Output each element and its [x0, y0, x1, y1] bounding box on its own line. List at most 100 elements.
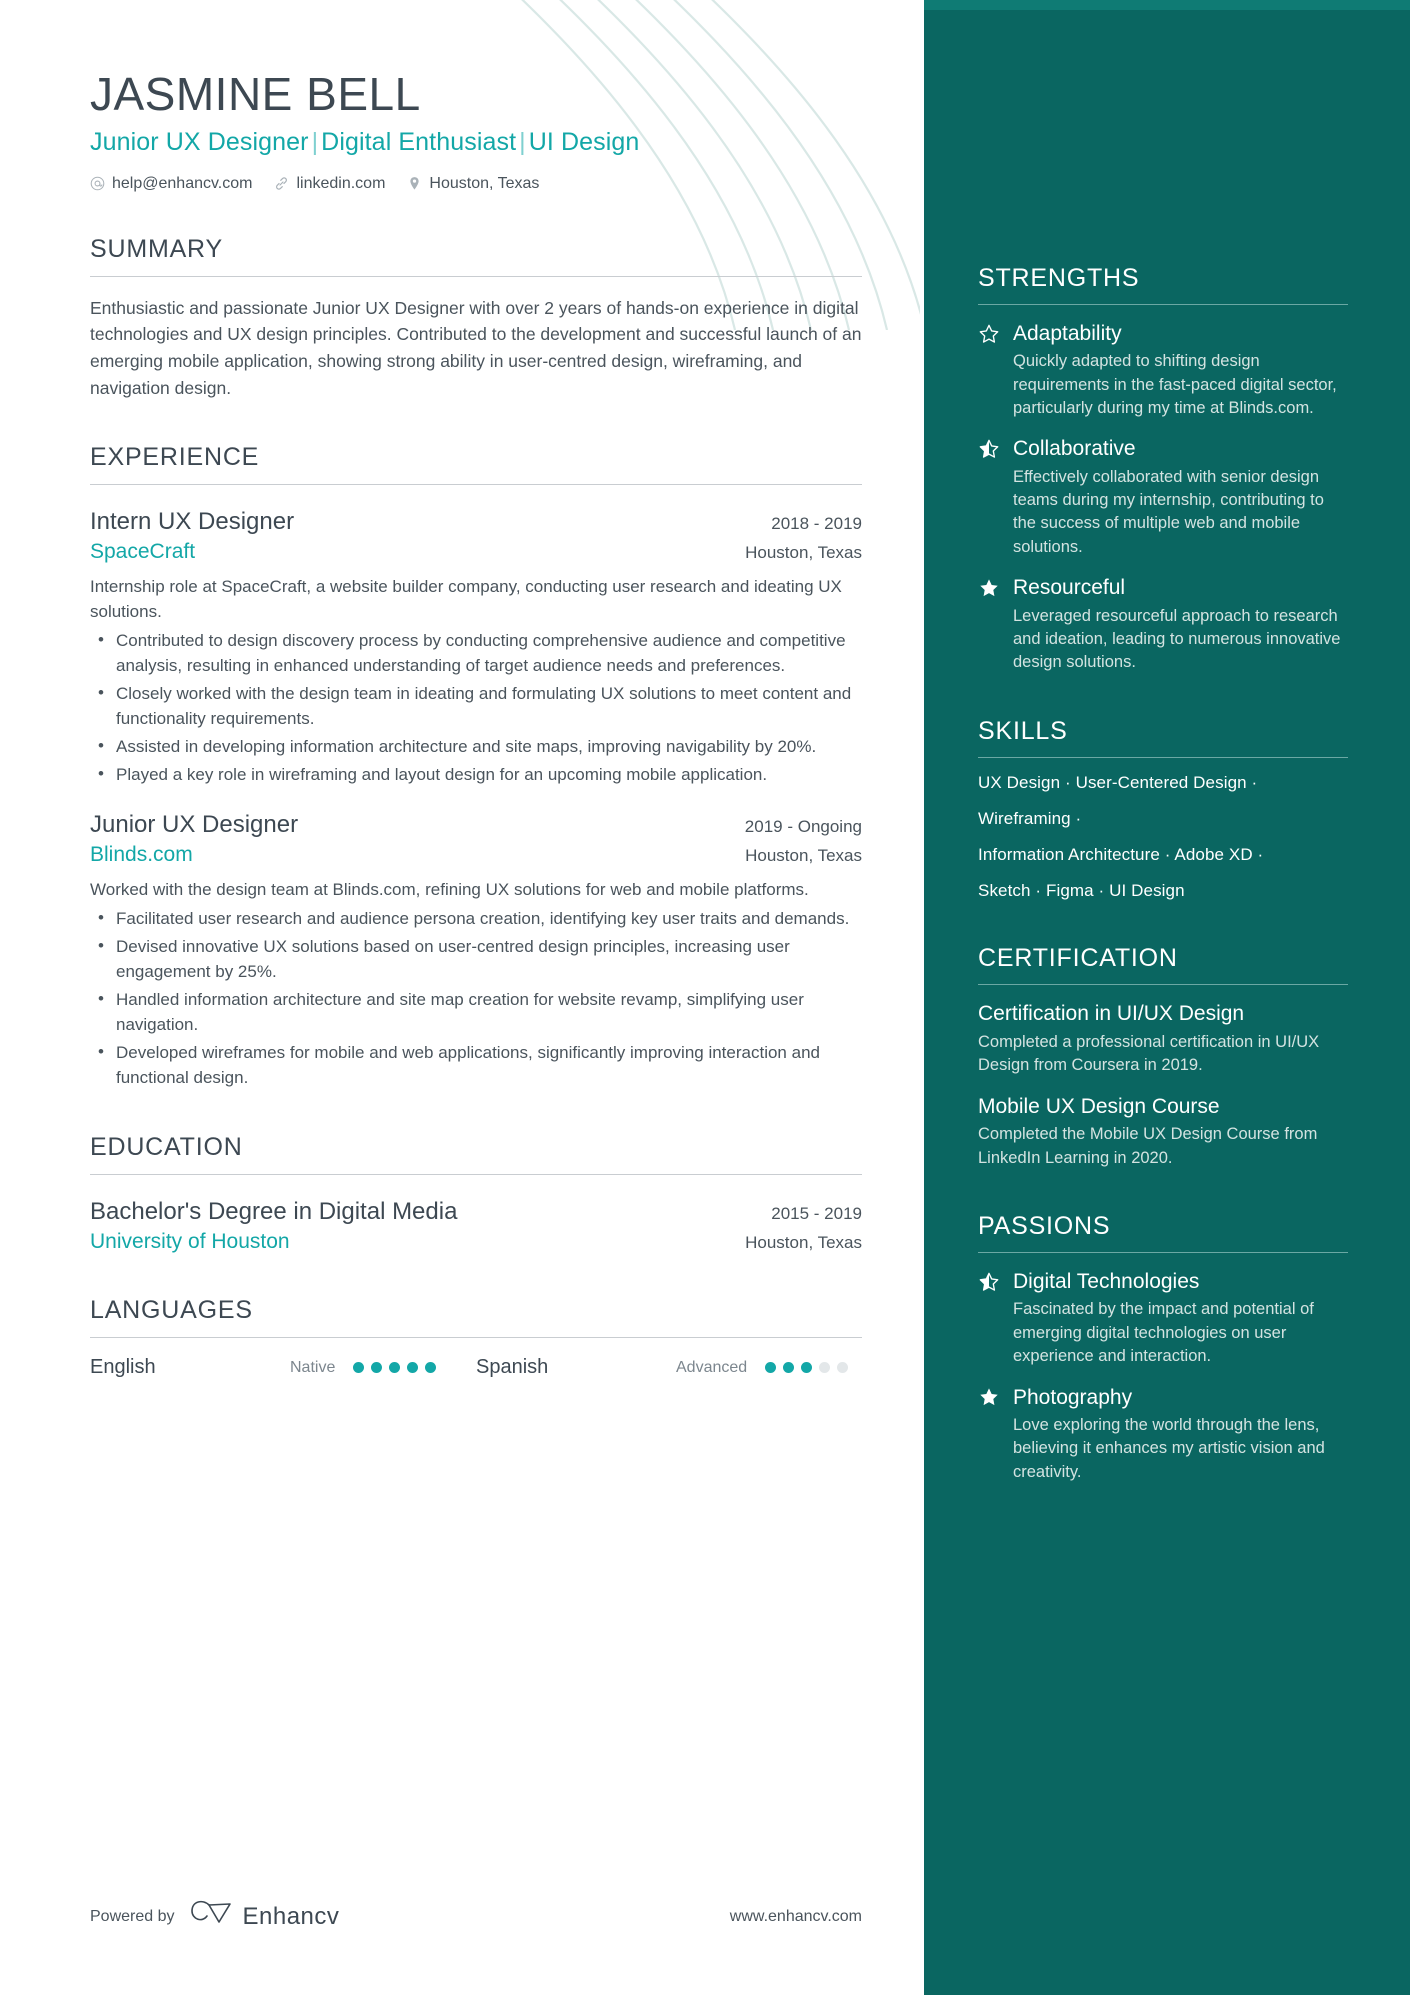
section-certification: CERTIFICATION Certification in UI/UX Des…	[978, 944, 1348, 1170]
section-passions: PASSIONS Digital Technologies Fascinated…	[978, 1212, 1348, 1484]
certification-item: Mobile UX Design Course Completed the Mo…	[978, 1094, 1348, 1170]
experience-bullets: Contributed to design discovery process …	[90, 628, 862, 788]
enhancv-brand: Enhancv	[189, 1900, 340, 1933]
contact-email-text: help@enhancv.com	[112, 174, 253, 192]
passion-title: Photography	[1013, 1385, 1133, 1409]
languages-list: English Native Spanish Advanced	[90, 1356, 862, 1379]
experience-company[interactable]: SpaceCraft	[90, 540, 195, 564]
link-icon	[274, 176, 289, 191]
language-item: English Native	[90, 1356, 476, 1379]
skills-list: UX Design · User-Centered Design · Wiref…	[978, 772, 1348, 902]
rating-dot	[425, 1362, 437, 1374]
language-rating	[353, 1362, 437, 1374]
headline-part-3: UI Design	[528, 127, 640, 156]
section-languages: LANGUAGES English Native Spanish Advance…	[90, 1296, 862, 1379]
rating-dot	[783, 1362, 795, 1374]
contact-location: Houston, Texas	[407, 175, 539, 193]
rating-dot	[801, 1362, 813, 1374]
skill-line: Information Architecture · Adobe XD ·	[978, 844, 1264, 864]
passion-item: Digital Technologies Fascinated by the i…	[978, 1269, 1348, 1368]
contact-linkedin[interactable]: linkedin.com	[274, 175, 385, 193]
strength-item: Resourceful Leveraged resourceful approa…	[978, 575, 1348, 674]
divider	[978, 984, 1348, 986]
education-entry: Bachelor's Degree in Digital Media 2015 …	[90, 1197, 862, 1254]
footer: Powered by Enhancv www.enhancv.com	[90, 1900, 862, 1933]
list-item: Handled information architecture and sit…	[90, 987, 862, 1038]
divider	[90, 1174, 862, 1176]
rating-dot	[353, 1362, 365, 1374]
strength-title: Adaptability	[1013, 322, 1122, 345]
experience-heading: EXPERIENCE	[90, 443, 260, 472]
main-column: JASMINE BELL Junior UX Designer | Digital …	[0, 0, 924, 1995]
rating-dot	[819, 1362, 831, 1374]
experience-date: 2018 - 2019	[771, 514, 862, 534]
rating-dot	[407, 1362, 419, 1374]
footer-url: www.enhancv.com	[729, 1907, 862, 1925]
divider	[978, 1252, 1348, 1254]
divider	[978, 756, 1348, 758]
experience-bullets: Facilitated user research and audience p…	[90, 906, 862, 1091]
sidebar: STRENGTHS Adaptability Quickly adapted t…	[924, 0, 1410, 1995]
powered-by-label: Powered by	[90, 1907, 175, 1925]
strength-text: Quickly adapted to shifting design requi…	[1013, 352, 1337, 418]
education-school[interactable]: University of Houston	[90, 1230, 290, 1254]
divider	[90, 484, 862, 486]
contact-email[interactable]: help@enhancv.com	[90, 175, 252, 193]
section-experience: EXPERIENCE Intern UX Designer 2018 - 201…	[90, 443, 862, 1091]
section-summary: SUMMARY Enthusiastic and passionate Juni…	[90, 235, 862, 401]
passion-text: Love exploring the world through the len…	[1013, 1415, 1325, 1481]
experience-role: Intern UX Designer	[90, 508, 295, 536]
contact-location-text: Houston, Texas	[429, 174, 540, 192]
star-half-icon	[978, 438, 1000, 460]
education-location: Houston, Texas	[745, 1233, 862, 1253]
list-item: Developed wireframes for mobile and web …	[90, 1040, 862, 1091]
education-heading: EDUCATION	[90, 1133, 243, 1162]
contact-linkedin-text: linkedin.com	[296, 174, 386, 192]
list-item: Contributed to design discovery process …	[90, 628, 862, 679]
experience-role: Junior UX Designer	[90, 811, 299, 839]
at-icon	[90, 176, 105, 191]
language-level: Native	[290, 1358, 336, 1376]
divider	[90, 1337, 862, 1339]
section-skills: SKILLS UX Design · User-Centered Design …	[978, 717, 1348, 902]
language-rating	[765, 1362, 849, 1374]
strength-title: Resourceful	[1013, 576, 1126, 600]
star-half-icon	[978, 1271, 1000, 1293]
list-item: Devised innovative UX solutions based on…	[90, 934, 862, 985]
rating-dot	[837, 1362, 849, 1374]
skill-line: UX Design · User-Centered Design ·	[978, 772, 1258, 792]
rating-dot	[389, 1362, 401, 1374]
list-item: Closely worked with the design team in i…	[90, 681, 862, 732]
strength-title: Collaborative	[1013, 437, 1136, 461]
summary-heading: SUMMARY	[90, 234, 223, 263]
strength-item: Adaptability Quickly adapted to shifting…	[978, 321, 1348, 420]
certification-heading: CERTIFICATION	[978, 944, 1178, 973]
contact-bar: help@enhancv.com linkedin.com Houston, T…	[90, 175, 862, 193]
headline-part-2: Digital Enthusiast	[321, 127, 517, 156]
skill-line: Wireframing ·	[978, 808, 1082, 828]
star-filled-icon	[978, 1386, 1000, 1408]
enhancv-wordmark: Enhancv	[242, 1902, 340, 1930]
certification-title: Mobile UX Design Course	[978, 1094, 1220, 1118]
passions-heading: PASSIONS	[978, 1212, 1111, 1241]
passion-title: Digital Technologies	[1013, 1270, 1200, 1294]
headline: Junior UX Designer | Digital Enthusiast | UI…	[90, 127, 862, 157]
list-item: Played a key role in wireframing and lay…	[90, 762, 862, 788]
page-title: JASMINE BELL	[90, 68, 421, 120]
experience-description: Worked with the design team at Blinds.co…	[90, 880, 809, 900]
strength-item: Collaborative Effectively collaborated w…	[978, 436, 1348, 559]
experience-entry: Intern UX Designer 2018 - 2019 SpaceCraf…	[90, 507, 862, 788]
divider	[90, 275, 862, 277]
strengths-heading: STRENGTHS	[978, 264, 1140, 292]
rating-dot	[371, 1362, 383, 1374]
education-date: 2015 - 2019	[771, 1204, 862, 1224]
star-filled-icon	[978, 577, 1000, 599]
strength-text: Effectively collaborated with senior des…	[1013, 467, 1324, 556]
education-degree: Bachelor's Degree in Digital Media	[90, 1198, 458, 1226]
star-outline-icon	[978, 323, 1000, 345]
passion-text: Fascinated by the impact and potential o…	[1013, 1300, 1314, 1366]
language-name: English	[90, 1356, 156, 1379]
divider	[978, 304, 1348, 305]
experience-company[interactable]: Blinds.com	[90, 843, 193, 867]
language-name: Spanish	[476, 1356, 549, 1379]
